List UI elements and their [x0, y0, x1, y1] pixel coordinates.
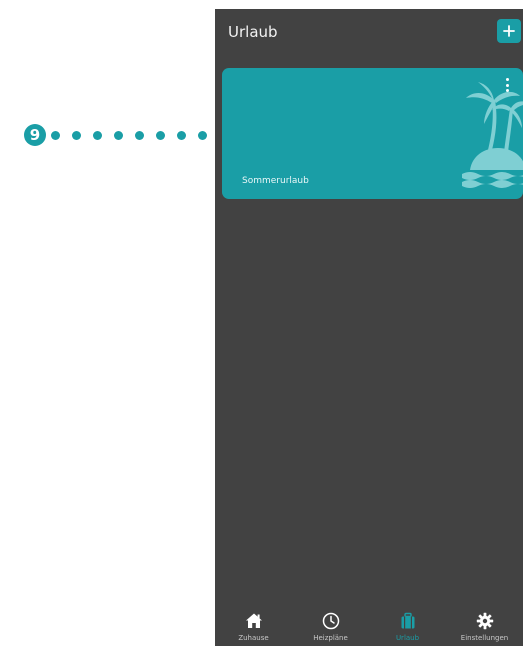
callout-badge: 9: [24, 124, 46, 146]
callout-dot: [72, 131, 81, 140]
app-header: Urlaub: [215, 9, 523, 57]
nav-item-urlaub[interactable]: Urlaub: [369, 604, 446, 646]
bottom-nav: Zuhause Heizpläne Urlaub Einstellungen: [215, 604, 523, 646]
page-title: Urlaub: [228, 23, 278, 41]
vacation-card[interactable]: Sommerurlaub: [222, 68, 523, 199]
callout-dot: [51, 131, 60, 140]
nav-item-heizplaene[interactable]: Heizpläne: [292, 604, 369, 646]
callout-dot: [177, 131, 186, 140]
callout-dot: [114, 131, 123, 140]
callout-dot: [135, 131, 144, 140]
nav-item-einstellungen[interactable]: Einstellungen: [446, 604, 523, 646]
add-button[interactable]: [497, 19, 521, 43]
clock-icon: [322, 612, 339, 630]
callout-dot: [198, 131, 207, 140]
nav-label: Heizpläne: [313, 634, 348, 642]
nav-label: Einstellungen: [460, 634, 509, 642]
suitcase-icon: [401, 612, 414, 629]
nav-label: Zuhause: [238, 634, 269, 642]
app-screen: Urlaub Sommerurlaub Zuhause Heizpläne Ur…: [215, 9, 523, 646]
nav-label: Urlaub: [395, 634, 420, 642]
palm-island-icon: [462, 82, 523, 188]
gear-icon: [476, 612, 493, 630]
home-icon: [245, 613, 262, 628]
nav-item-zuhause[interactable]: Zuhause: [215, 604, 292, 646]
plus-icon: [503, 25, 515, 37]
callout-dot: [156, 131, 165, 140]
card-title: Sommerurlaub: [242, 176, 309, 186]
callout-dot: [93, 131, 102, 140]
